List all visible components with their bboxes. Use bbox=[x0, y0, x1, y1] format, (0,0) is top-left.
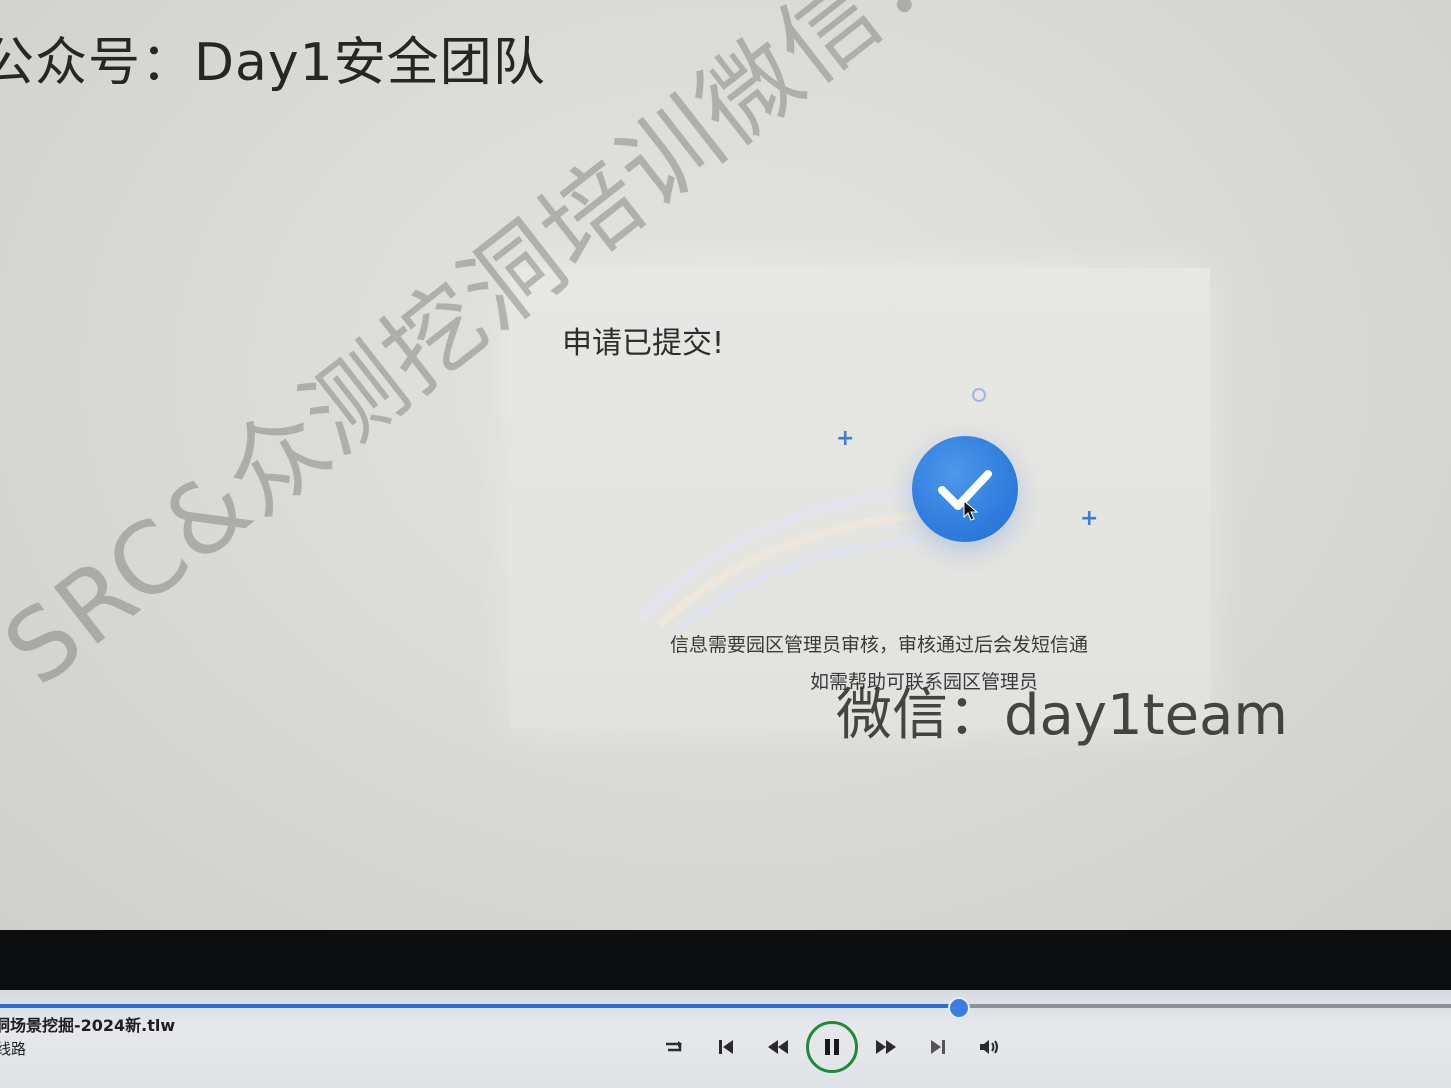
skip-next-icon[interactable] bbox=[912, 1022, 964, 1072]
route-label[interactable]: 线路 bbox=[0, 1038, 26, 1059]
dialog-title: 申请已提交! bbox=[562, 326, 725, 361]
success-check-icon bbox=[912, 436, 1018, 542]
description-line-1: 信息需要园区管理员审核，审核通过后会发短信通 bbox=[670, 634, 1089, 656]
screen-content: 公众号：Day1安全团队 申请已提交! + + 信息需要园区管理员审核，审核通过… bbox=[0, 0, 1451, 930]
skip-back-icon[interactable] bbox=[700, 1022, 752, 1072]
rewind-icon[interactable] bbox=[752, 1022, 804, 1072]
progress-bar[interactable] bbox=[0, 997, 1451, 1019]
player-black-bar bbox=[0, 930, 1451, 990]
fast-forward-icon[interactable] bbox=[860, 1022, 912, 1072]
sparkle-icon: + bbox=[836, 426, 855, 451]
sparkle-icon: + bbox=[1080, 506, 1099, 531]
player-controls bbox=[648, 1021, 1016, 1073]
progress-knob[interactable] bbox=[948, 997, 970, 1019]
watermark-bottom: 微信：day1team bbox=[836, 683, 1288, 748]
progress-fill bbox=[0, 1004, 958, 1008]
volume-icon[interactable] bbox=[964, 1022, 1016, 1072]
page-title: 公众号：Day1安全团队 bbox=[0, 33, 546, 93]
decor-waves bbox=[636, 485, 921, 630]
decor-dot bbox=[972, 388, 986, 402]
file-name: 洞场景挖掘-2024新.tlw bbox=[0, 1016, 176, 1035]
pause-icon[interactable] bbox=[806, 1021, 858, 1073]
loop-icon[interactable] bbox=[648, 1022, 700, 1072]
mouse-cursor-icon bbox=[963, 500, 979, 521]
